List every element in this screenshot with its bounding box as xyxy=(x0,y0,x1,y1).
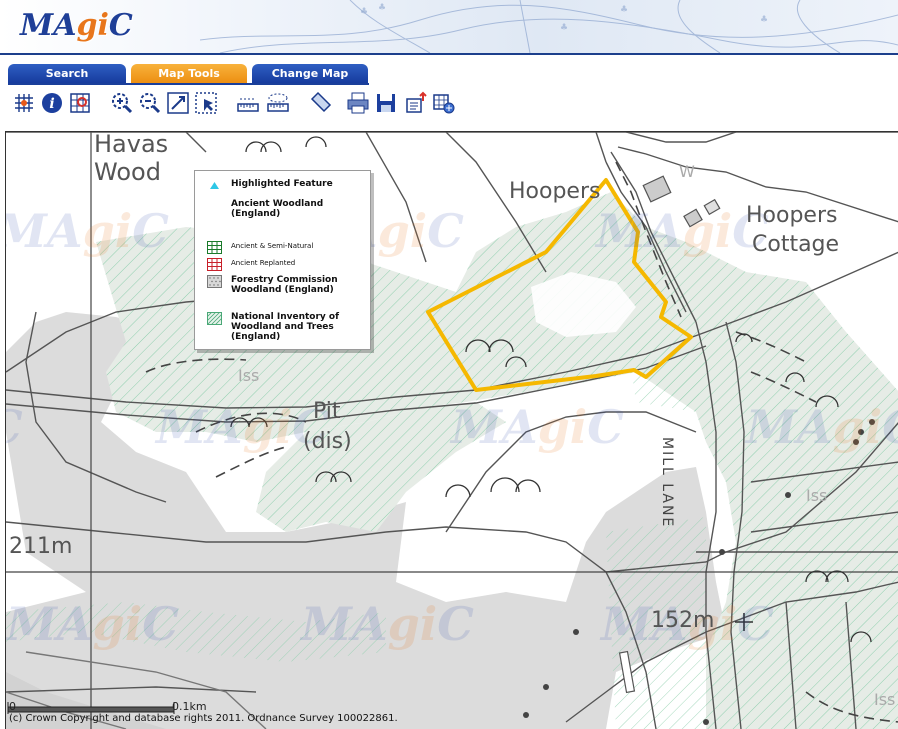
road-label-mill-lane: MILL LANE xyxy=(659,437,675,529)
export-icon[interactable] xyxy=(432,91,456,115)
triangle-icon xyxy=(210,182,219,189)
place-label-pit: Pit xyxy=(313,399,341,424)
grid-reference-icon[interactable] xyxy=(12,91,36,115)
place-label-hoopers: Hoopers xyxy=(509,179,601,204)
copyright-notice: (c) Crown Copyright and database rights … xyxy=(9,713,398,724)
scale-label-zero: 0 xyxy=(9,700,16,713)
legend-item-ancient-woodland: Ancient Woodland (England) xyxy=(231,199,324,219)
place-label-hoopers-cottage-1: Hoopers xyxy=(746,203,838,228)
place-label-iss-2: Iss xyxy=(806,486,828,505)
green-grid-swatch xyxy=(207,241,222,254)
place-label-w: W xyxy=(679,162,695,181)
zoom-out-icon[interactable] xyxy=(138,91,162,115)
map-view[interactable]: MAgiC MAgiC MAgiC C MAgiC MAgiC MAgiC MA… xyxy=(5,131,898,729)
tab-change-map-topic[interactable]: Change Map Topic xyxy=(252,64,368,100)
magic-logo[interactable]: MAgiC xyxy=(20,8,133,43)
svg-text:♣: ♣ xyxy=(378,3,386,13)
dot-swatch xyxy=(207,275,222,288)
header-banner: ♣ ♣ ♣ ♣ ♣ MAgiC xyxy=(0,0,898,55)
place-label-iss-3: Iss xyxy=(874,690,896,709)
map-legend: Highlighted Feature Ancient Woodland (En… xyxy=(194,170,371,350)
measure-area-icon[interactable] xyxy=(266,91,290,115)
scale-label-end: 0.1km xyxy=(172,700,207,713)
svg-text:i: i xyxy=(49,96,54,112)
measure-icon[interactable] xyxy=(236,91,260,115)
print-icon[interactable] xyxy=(346,91,370,115)
svg-text:♣: ♣ xyxy=(360,7,368,17)
place-label-iss-1: Iss xyxy=(238,366,260,385)
map-banner-decoration: ♣ ♣ ♣ ♣ ♣ xyxy=(200,0,898,53)
place-label-wood: Wood xyxy=(94,158,161,186)
place-label-dis: (dis) xyxy=(303,429,352,454)
info-icon[interactable]: i xyxy=(40,91,64,115)
pan-icon[interactable] xyxy=(166,91,190,115)
legend-item-ancient-semi-natural: Ancient & Semi-Natural xyxy=(207,241,313,254)
tab-underline xyxy=(8,83,369,85)
height-label-152m: 152m xyxy=(651,608,715,633)
height-label-211m: 211m xyxy=(9,534,73,559)
hatch-swatch xyxy=(207,312,222,325)
red-grid-swatch xyxy=(207,258,222,271)
eraser-icon[interactable] xyxy=(308,91,332,115)
legend-item-national-inventory: National Inventory of Woodland and Trees… xyxy=(207,312,367,342)
main-tabs: Search Options Map Tools Change Map Topi… xyxy=(8,64,368,100)
place-label-hoopers-cottage-2: Cottage xyxy=(752,232,840,257)
legend-item-forestry-commission: Forestry Commission Woodland (England) xyxy=(207,275,367,295)
legend-item-highlighted-feature: Highlighted Feature xyxy=(207,179,333,192)
upload-icon[interactable] xyxy=(404,91,428,115)
save-icon[interactable] xyxy=(374,91,398,115)
tab-search-options[interactable]: Search Options xyxy=(8,64,126,100)
svg-text:♣: ♣ xyxy=(560,23,568,33)
select-icon[interactable] xyxy=(194,91,218,115)
place-label-havas: Havas xyxy=(94,131,169,158)
zoom-in-icon[interactable] xyxy=(110,91,134,115)
svg-text:♣: ♣ xyxy=(620,5,628,15)
identify-icon[interactable] xyxy=(68,91,92,115)
svg-text:♣: ♣ xyxy=(760,15,768,25)
tab-map-tools[interactable]: Map Tools xyxy=(131,64,247,84)
legend-item-ancient-replanted: Ancient Replanted xyxy=(207,258,295,271)
